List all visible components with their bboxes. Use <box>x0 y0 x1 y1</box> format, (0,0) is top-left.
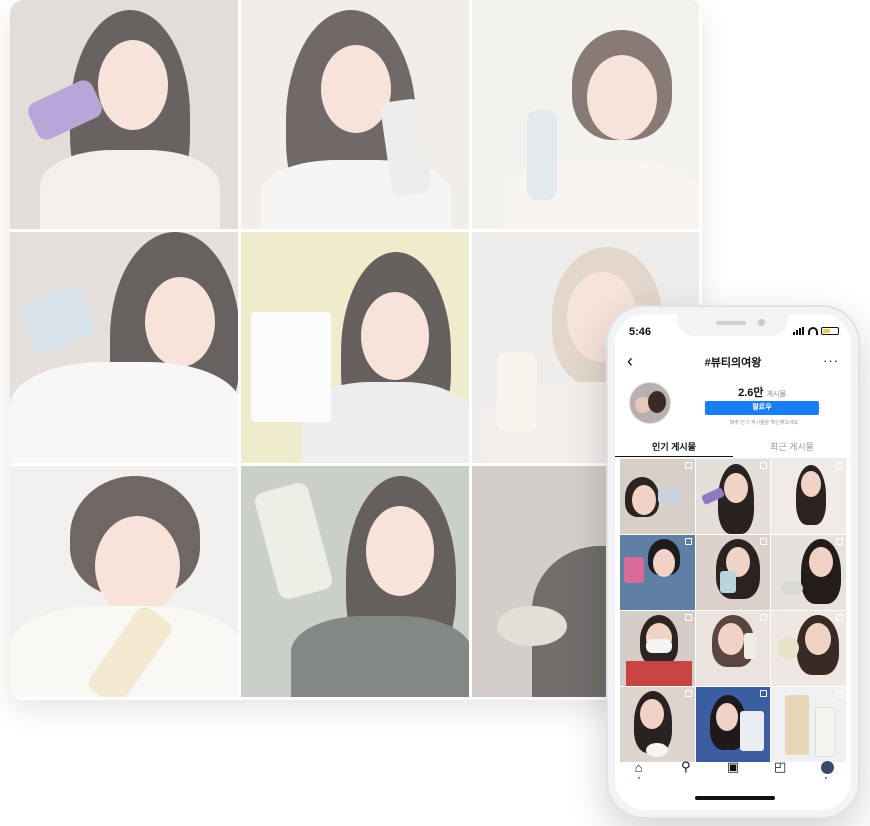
post-tabs: 인기 게시물 최근 게시물 <box>615 436 851 459</box>
post-thumbnail[interactable] <box>771 535 846 610</box>
phone-notch <box>678 314 788 336</box>
status-icons <box>793 327 839 335</box>
more-horizontal-icon[interactable]: ··· <box>823 350 839 372</box>
post-count: 2.6만 게시물 <box>685 384 839 400</box>
post-count-value: 2.6만 <box>738 387 764 399</box>
post-thumbnail[interactable] <box>695 535 771 610</box>
phone-mockup: 5:46 ‹ #뷰티의여왕 ··· 2.6만 게시물 팔로우 매주 인기 게시물… <box>606 305 860 819</box>
home-icon[interactable]: ⌂ <box>632 760 646 779</box>
photo-tile <box>472 0 702 232</box>
photo-tile <box>241 466 472 700</box>
tab-recent-posts[interactable]: 최근 게시물 <box>733 440 851 453</box>
status-time: 5:46 <box>629 326 652 338</box>
signal-icon <box>793 327 805 335</box>
hashtag-header: ‹ #뷰티의여왕 ··· <box>615 350 851 376</box>
profile-avatar-icon[interactable] <box>820 760 834 779</box>
post-thumbnail[interactable] <box>620 459 695 534</box>
battery-icon <box>821 327 839 335</box>
background-photo-grid <box>10 0 702 700</box>
post-thumbnail[interactable] <box>695 611 771 686</box>
post-thumbnail[interactable] <box>620 535 695 610</box>
post-thumbnail[interactable] <box>695 687 771 762</box>
follow-button[interactable]: 팔로우 <box>705 401 819 415</box>
post-thumbnail[interactable] <box>771 687 846 762</box>
post-thumbnail[interactable] <box>695 459 771 534</box>
tab-top-posts[interactable]: 인기 게시물 <box>615 440 733 453</box>
post-count-label: 게시물 <box>766 391 786 398</box>
wifi-icon <box>808 327 818 335</box>
bottom-tab-bar: ⌂ ⚲ ▣ ◰ <box>615 754 851 780</box>
hashtag-title: #뷰티의여왕 <box>704 357 762 369</box>
photo-tile <box>241 0 472 232</box>
active-tab-underline <box>615 456 733 457</box>
front-camera <box>758 319 765 326</box>
notification-dot <box>637 777 640 779</box>
post-thumbnail[interactable] <box>771 459 846 534</box>
home-indicator <box>695 796 775 800</box>
shop-icon[interactable]: ◰ <box>773 759 787 774</box>
post-thumbnail[interactable] <box>771 611 846 686</box>
photo-tile <box>10 232 241 466</box>
speaker-grille <box>716 321 746 325</box>
hashtag-avatar[interactable] <box>629 382 671 424</box>
follow-subtext: 매주 인기 게시물을 확인해보세요 <box>729 420 799 426</box>
photo-tile <box>10 0 241 232</box>
photo-tile <box>10 466 241 700</box>
search-icon[interactable]: ⚲ <box>679 759 693 774</box>
post-thumbnail[interactable] <box>620 687 695 762</box>
post-thumbnail[interactable] <box>620 611 695 686</box>
reels-icon[interactable]: ▣ <box>726 759 740 774</box>
post-grid <box>620 459 846 762</box>
photo-tile <box>241 232 472 466</box>
phone-screen: 5:46 ‹ #뷰티의여왕 ··· 2.6만 게시물 팔로우 매주 인기 게시물… <box>615 314 851 810</box>
